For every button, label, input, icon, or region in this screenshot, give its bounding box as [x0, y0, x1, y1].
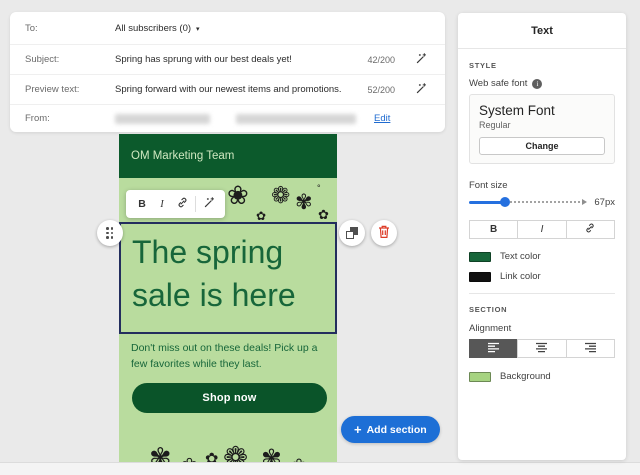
italic-button[interactable]: I — [153, 194, 171, 214]
flower-doodle-icon: ✾ — [261, 447, 282, 462]
font-size-slider[interactable] — [469, 196, 587, 208]
background-color-row[interactable]: Background — [469, 371, 615, 382]
email-header-title: OM Marketing Team — [131, 150, 234, 162]
drag-dots-icon — [106, 227, 114, 239]
flower-doodle-icon: ❀ — [227, 182, 249, 208]
redacted-sender-email — [236, 114, 356, 124]
alignment-group — [469, 339, 615, 358]
font-size-value: 67px — [594, 197, 615, 208]
slider-dotted-track — [506, 201, 581, 203]
add-section-label: Add section — [367, 424, 427, 436]
section-section-label: SECTION — [469, 305, 615, 314]
edit-from-link[interactable]: Edit — [374, 113, 390, 124]
text-properties-panel: Text STYLE Web safe font i System Font R… — [458, 13, 626, 460]
email-body-text[interactable]: Don't miss out on these deals! Pick up a… — [131, 340, 336, 372]
subject-label: Subject: — [25, 54, 115, 65]
web-safe-font-row: Web safe font i — [469, 78, 615, 89]
font-name: System Font — [479, 103, 605, 118]
ai-assist-button[interactable] — [200, 194, 218, 214]
font-card: System Font Regular Change — [469, 94, 615, 164]
subject-input[interactable]: Spring has sprung with our best deals ye… — [115, 54, 357, 65]
flower-doodle-icon: ❁ — [223, 444, 248, 462]
bottom-strip — [0, 462, 640, 475]
link-icon — [584, 222, 596, 237]
font-size-slider-thumb[interactable] — [500, 197, 510, 207]
format-toolbar: B I — [126, 190, 225, 218]
change-font-button[interactable]: Change — [479, 137, 605, 155]
link-color-label: Link color — [500, 271, 541, 282]
align-left-icon — [487, 341, 500, 356]
flower-doodle-icon: ✾ — [149, 445, 172, 462]
link-color-swatch[interactable] — [469, 272, 491, 282]
add-section-button[interactable]: + Add section — [341, 416, 440, 443]
font-weight: Regular — [479, 120, 605, 130]
background-label: Background — [500, 371, 551, 382]
magic-wand-icon — [415, 52, 428, 68]
preview-text-input[interactable]: Spring forward with our newest items and… — [115, 84, 357, 95]
email-header-section[interactable]: OM Marketing Team — [119, 134, 337, 178]
text-format-group: B I — [469, 220, 615, 239]
panel-title: Text — [531, 25, 553, 37]
delete-block-button[interactable] — [371, 220, 397, 246]
flower-doodle-icon: ✿ — [256, 210, 266, 222]
preview-char-counter: 52/200 — [367, 85, 395, 95]
caret-down-icon: ▾ — [196, 26, 200, 33]
compose-fields-panel: To: All subscribers (0) ▾ Subject: Spring… — [10, 12, 445, 132]
to-audience-value: All subscribers (0) — [115, 23, 191, 34]
subject-row: Subject: Spring has sprung with our best… — [10, 44, 445, 74]
panel-header: Text — [458, 13, 626, 49]
flower-doodle-icon: ❁ — [271, 184, 290, 207]
selected-text-block[interactable]: The spring sale is here — [119, 222, 337, 334]
align-right-icon — [584, 341, 597, 356]
link-icon — [176, 196, 189, 212]
link-color-row[interactable]: Link color — [469, 271, 615, 282]
preview-ai-assist-button[interactable] — [411, 80, 431, 100]
magic-wand-icon — [203, 196, 216, 212]
plus-icon: + — [354, 423, 362, 436]
magic-wand-icon — [415, 82, 428, 98]
align-center-icon — [535, 341, 548, 356]
preview-text-row: Preview text: Spring forward with our ne… — [10, 74, 445, 104]
link-toggle-button[interactable] — [566, 220, 615, 239]
duplicate-block-button[interactable] — [339, 220, 365, 246]
flower-doodle-icon: ✿ — [205, 452, 218, 462]
panel-divider — [469, 293, 615, 294]
text-color-row[interactable]: Text color — [469, 251, 615, 262]
web-safe-font-label: Web safe font — [469, 78, 527, 89]
info-icon[interactable]: i — [532, 79, 542, 89]
email-headline[interactable]: The spring sale is here — [121, 224, 335, 324]
align-left-button[interactable] — [469, 339, 518, 358]
redacted-sender-name — [115, 114, 210, 124]
toolbar-divider — [195, 196, 196, 212]
subject-ai-assist-button[interactable] — [411, 50, 431, 70]
font-size-slider-row: 67px — [469, 196, 615, 208]
to-label: To: — [25, 23, 115, 34]
to-row: To: All subscribers (0) ▾ — [10, 12, 445, 44]
shop-now-button[interactable]: Shop now — [132, 383, 327, 413]
preview-text-label: Preview text: — [25, 84, 115, 95]
to-audience-dropdown[interactable]: All subscribers (0) ▾ — [115, 23, 433, 34]
slider-end-arrow-icon — [582, 199, 587, 205]
subject-char-counter: 42/200 — [367, 55, 395, 65]
duplicate-icon — [346, 227, 358, 239]
trash-icon — [378, 225, 390, 242]
flower-doodle-icon: ° — [317, 184, 321, 193]
alignment-label: Alignment — [469, 323, 615, 334]
bold-button[interactable]: B — [133, 194, 151, 214]
bold-toggle-button[interactable]: B — [469, 220, 518, 239]
from-row: From: Edit — [10, 104, 445, 132]
from-label: From: — [25, 113, 115, 124]
background-color-swatch[interactable] — [469, 372, 491, 382]
italic-toggle-button[interactable]: I — [517, 220, 566, 239]
align-right-button[interactable] — [566, 339, 615, 358]
flower-doodle-icon: ✿ — [318, 208, 329, 221]
flower-doodle-icon: ✾ — [295, 192, 313, 213]
link-button[interactable] — [173, 194, 191, 214]
style-section-label: STYLE — [469, 61, 615, 70]
text-color-label: Text color — [500, 251, 541, 262]
align-center-button[interactable] — [517, 339, 566, 358]
text-color-swatch[interactable] — [469, 252, 491, 262]
font-size-label: Font size — [469, 180, 615, 191]
drag-handle[interactable] — [97, 220, 123, 246]
